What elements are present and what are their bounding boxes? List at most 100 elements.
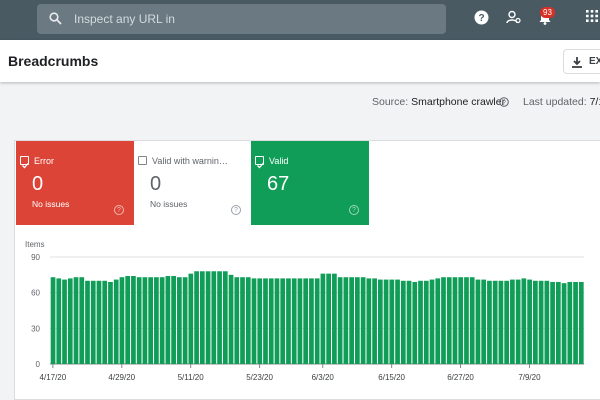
bar [245,277,251,364]
bar [487,280,492,364]
help-icon[interactable]: ? [349,205,359,215]
x-tick-label: 6/15/20 [378,373,405,382]
source-value: Smartphone crawler [411,96,506,108]
bar [355,277,360,364]
y-tick-label: 60 [31,289,40,298]
bar [377,279,383,364]
bar [280,278,286,364]
bar [469,277,475,364]
tile-label: Valid with warnin… [152,156,228,166]
bar [567,281,573,364]
bar [395,279,400,364]
bar [561,283,567,364]
bar [50,277,56,364]
bar [492,280,498,364]
bar [125,276,131,364]
bar [67,278,73,364]
source-info: Source: Smartphone crawler [372,96,505,108]
bar [406,280,412,364]
help-icon[interactable]: ? [474,10,489,25]
checkbox-checked-icon[interactable] [20,156,29,169]
notification-badge: 93 [540,7,555,18]
bar [418,280,423,364]
bar [62,279,67,364]
help-icon[interactable]: ? [231,205,241,215]
search-placeholder: Inspect any URL in [74,12,175,26]
bar [343,277,349,364]
x-tick-label: 4/17/20 [40,373,67,382]
last-updated: Last updated: 7/1 [523,96,600,108]
bar [102,280,108,364]
bar [452,277,458,364]
tile-value: 0 [150,173,162,195]
bar [446,277,452,364]
tile-label: Error [34,156,54,166]
bar [291,278,297,364]
bar [441,277,446,364]
x-tick-label: 5/11/20 [178,373,205,382]
bar [515,279,521,364]
valid-items-bar-chart: Items 0 30 60 90 4/17/20 4/29/20 5/11/20 5/23/20… [25,240,584,382]
source-help-icon[interactable]: ? [499,97,509,107]
bar [435,278,441,364]
y-axis-label: Items [25,240,45,249]
bar [274,278,280,364]
bar [309,278,314,364]
bar [303,278,309,364]
x-tick-label: 5/23/20 [246,373,273,382]
bar [337,277,343,364]
checkbox-checked-icon[interactable] [255,156,264,169]
valid-tile[interactable]: Valid 67 ? [251,141,369,225]
bar [85,280,90,364]
bar [217,271,222,364]
bar [199,271,205,364]
search-icon [49,12,62,25]
bar [171,276,176,364]
bar [475,279,481,364]
bar [349,277,354,364]
tile-label: Valid [269,156,289,166]
error-tile[interactable]: Error 0 No issues ? [16,141,134,225]
x-tick-label: 7/9/20 [518,373,541,382]
bar [73,277,79,364]
bar [240,277,245,364]
bar [182,277,188,364]
svg-text:?: ? [478,13,484,24]
bar [90,280,96,364]
bar [297,278,303,364]
bar [257,278,263,364]
bar [372,278,377,364]
bar [521,278,527,364]
bar [510,279,515,364]
bar [544,280,550,364]
y-tick-label: 30 [31,324,40,333]
tile-subtext: No issues [150,199,188,209]
bar [389,279,395,364]
bar [527,279,532,364]
help-icon[interactable]: ? [114,205,124,215]
bar [412,281,418,364]
valid-with-warnings-tile[interactable]: Valid with warnin… 0 No issues ? [134,141,252,225]
bar [234,277,240,364]
download-icon [572,57,582,68]
bar [108,281,113,364]
bar [222,271,228,364]
bar [533,280,538,364]
bar [429,279,435,364]
user-settings-icon[interactable] [506,10,521,25]
bar [228,274,234,364]
export-button[interactable]: EX [563,49,600,74]
tile-value: 0 [32,173,44,195]
checkbox-unchecked-icon[interactable] [138,156,147,165]
bar [154,277,159,364]
page-title: Breadcrumbs [8,53,99,69]
bar [119,277,125,364]
bar [56,278,62,364]
url-inspect-search[interactable]: Inspect any URL in [37,4,446,34]
apps-grid-icon[interactable] [586,10,598,22]
bar [504,280,510,364]
tile-value: 67 [267,173,290,195]
bar [159,277,165,364]
bar [205,271,211,364]
bar [263,278,268,364]
